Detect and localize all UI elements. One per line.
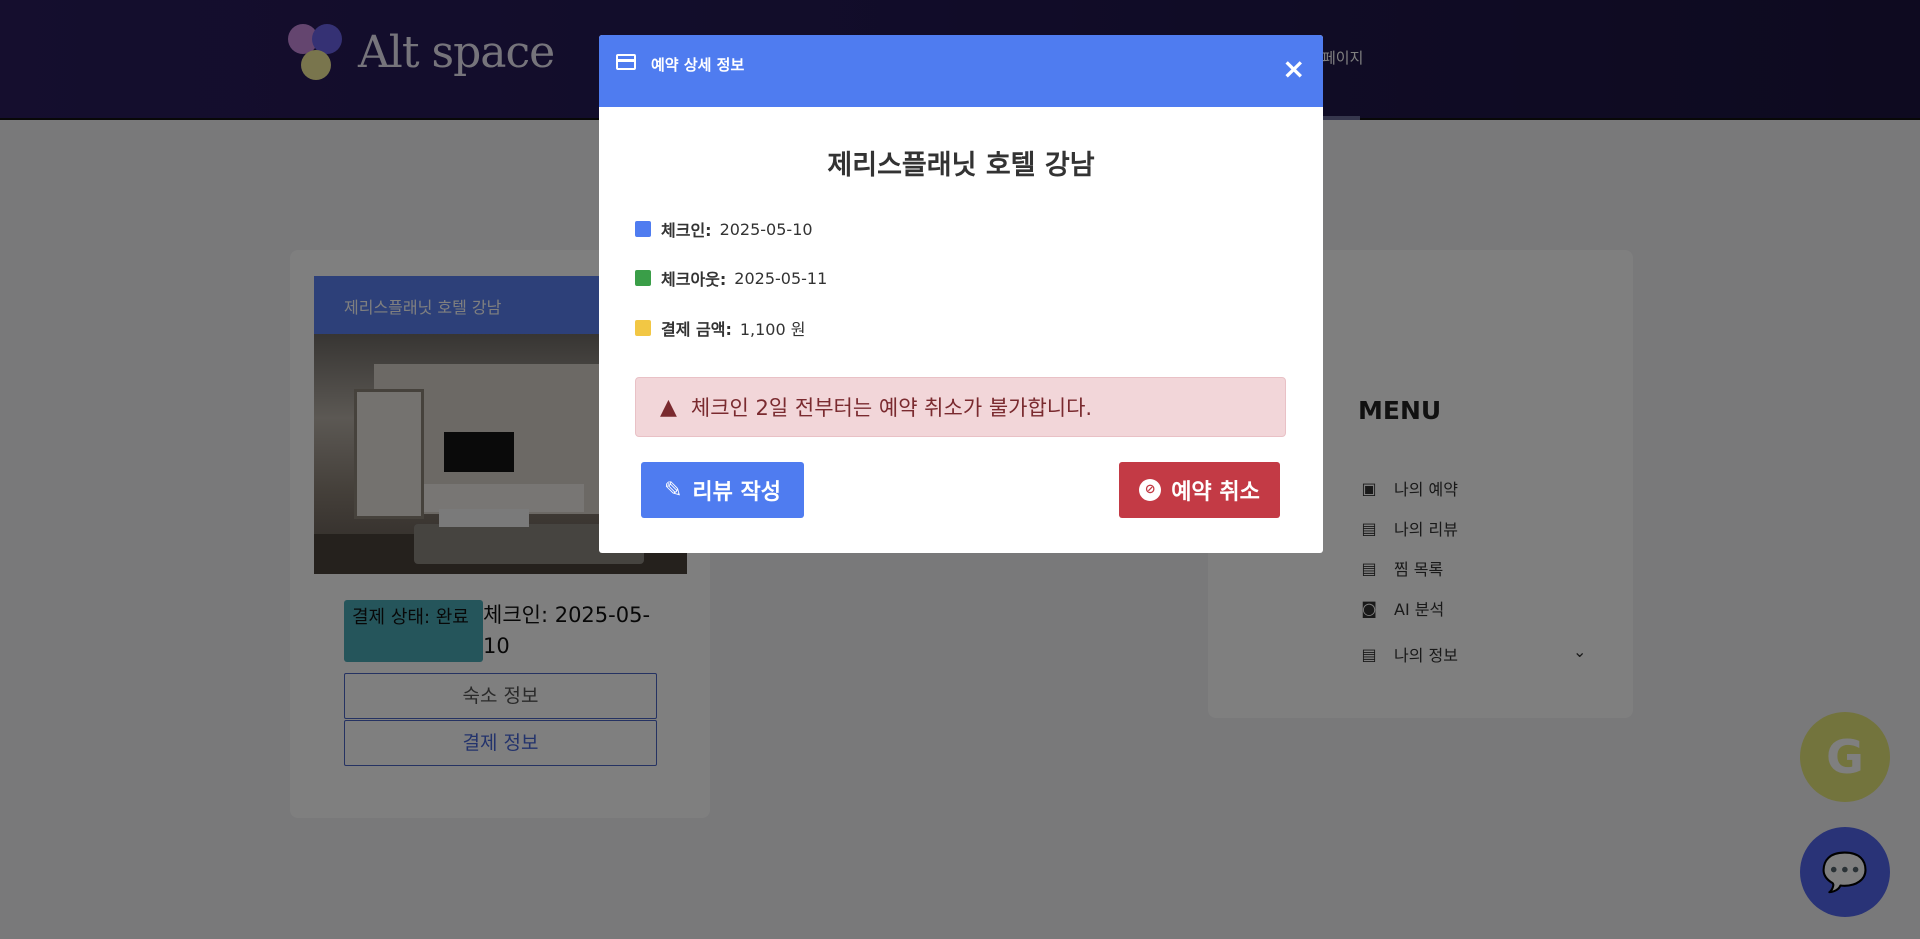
amount-value: 1,100 원 [739, 320, 806, 339]
amount-label: 결제 금액: [661, 320, 732, 339]
credit-card-icon [616, 54, 636, 70]
write-review-label: 리뷰 작성 [692, 480, 782, 505]
calendar-check-icon [635, 270, 651, 286]
amount-row: 결제 금액: 1,100 원 [635, 316, 805, 340]
cancel-icon: ⊘ [1139, 479, 1162, 501]
cancel-reservation-button[interactable]: ⊘ 예약 취소 [1119, 462, 1280, 518]
alert-text: 체크인 2일 전부터는 예약 취소가 불가합니다. [690, 396, 1093, 420]
checkout-label: 체크아웃: [661, 270, 727, 289]
close-icon[interactable]: × [1282, 55, 1305, 83]
cancel-reservation-label: 예약 취소 [1171, 480, 1260, 505]
warning-icon: ▲ [660, 394, 677, 420]
checkout-value: 2025-05-11 [734, 268, 828, 288]
checkin-row: 체크인: 2025-05-10 [635, 217, 813, 241]
write-review-button[interactable]: ✎ 리뷰 작성 [641, 462, 804, 518]
reservation-detail-modal: 예약 상세 정보 × 제리스플래닛 호텔 강남 체크인: 2025-05-10 … [599, 35, 1323, 553]
modal-header: 예약 상세 정보 × [599, 35, 1323, 107]
calendar-icon [635, 221, 651, 237]
pencil-icon: ✎ [663, 477, 683, 503]
wallet-icon [635, 320, 651, 336]
checkin-value: 2025-05-10 [719, 219, 813, 239]
modal-hotel-name: 제리스플래닛 호텔 강남 [827, 150, 1095, 181]
cancellation-warning-alert: ▲ 체크인 2일 전부터는 예약 취소가 불가합니다. [635, 377, 1286, 437]
modal-title: 예약 상세 정보 [651, 56, 745, 74]
checkin-label: 체크인: [661, 221, 712, 240]
checkout-row: 체크아웃: 2025-05-11 [635, 266, 827, 290]
